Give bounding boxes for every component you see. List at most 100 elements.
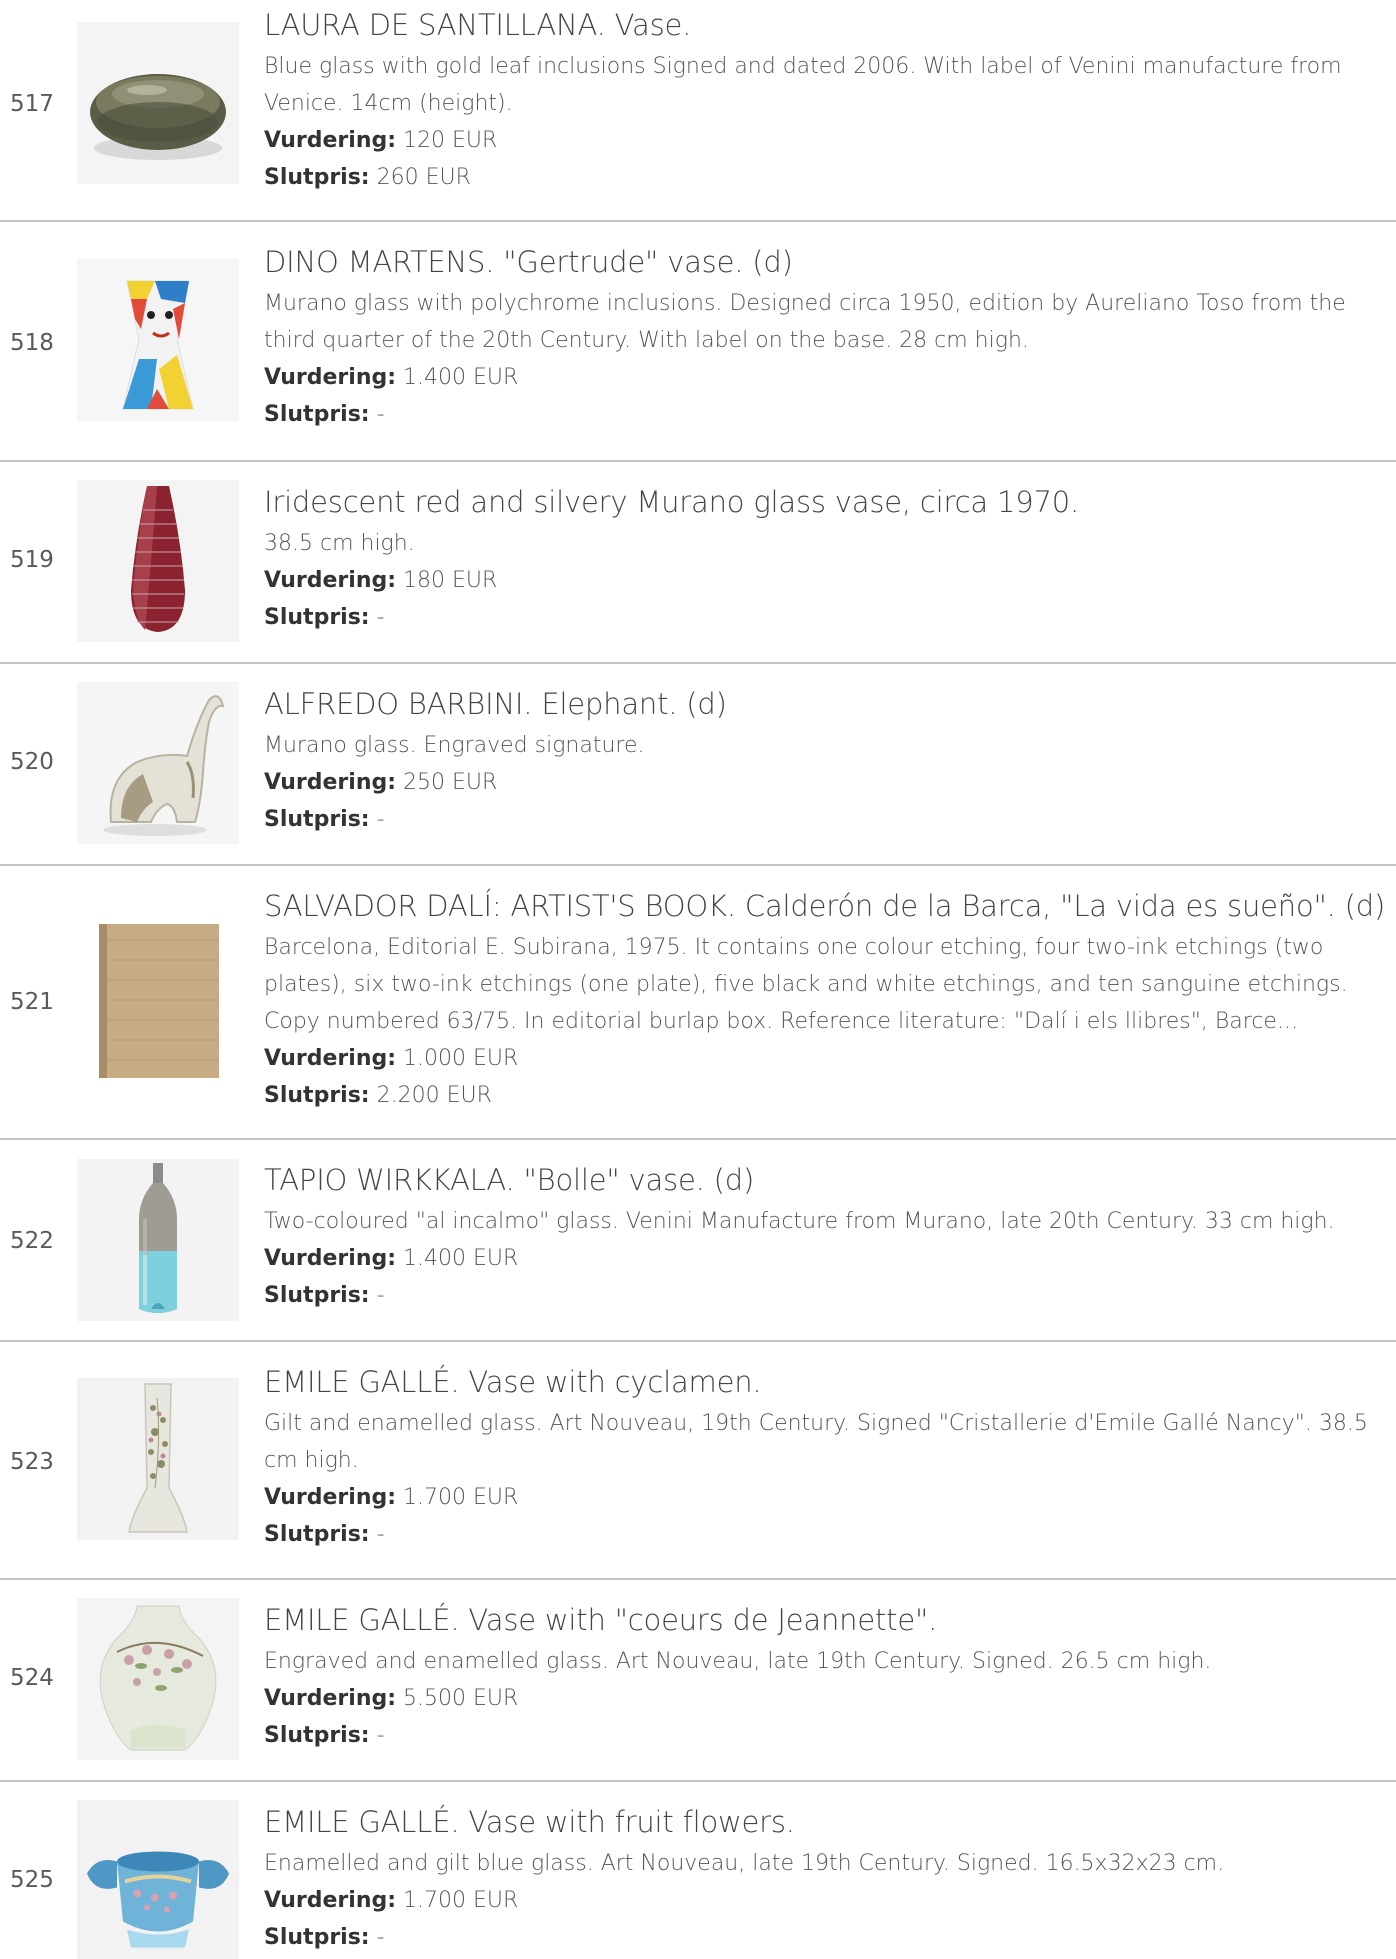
estimate-value: 1.700 EUR bbox=[403, 1888, 519, 1913]
lot-number: 521 bbox=[10, 989, 54, 1015]
estimate-label: Vurdering: bbox=[264, 770, 397, 795]
estimate-value: 120 EUR bbox=[403, 128, 498, 153]
lot-title[interactable]: DINO MARTENS. "Gertrude" vase. (d) bbox=[264, 244, 1396, 281]
lot-number: 519 bbox=[10, 547, 54, 573]
lot-description: Gilt and enamelled glass. Art Nouveau, 1… bbox=[264, 1411, 1368, 1473]
final-price-label: Slutpris: bbox=[264, 1723, 370, 1748]
lot-number: 518 bbox=[10, 330, 54, 356]
final-price-label: Slutpris: bbox=[264, 807, 370, 832]
final-price-line: Slutpris: - bbox=[264, 396, 1396, 433]
lot-title[interactable]: LAURA DE SANTILLANA. Vase. bbox=[264, 7, 1396, 44]
lot-title[interactable]: EMILE GALLÉ. Vase with "coeurs de Jeanne… bbox=[264, 1602, 1396, 1639]
estimate-label: Vurdering: bbox=[264, 1485, 397, 1510]
estimate-line: Vurdering: 1.700 EUR bbox=[264, 1479, 1396, 1516]
blue-handled-bowl-image[interactable] bbox=[77, 1800, 239, 1959]
lot-number: 523 bbox=[10, 1449, 54, 1475]
lot-description: Two-coloured "al incalmo" glass. Venini … bbox=[264, 1209, 1335, 1234]
final-price-label: Slutpris: bbox=[264, 1522, 370, 1547]
estimate-line: Vurdering: 1.000 EUR bbox=[264, 1040, 1396, 1077]
final-price-line: Slutpris: - bbox=[264, 801, 1396, 838]
lot-item[interactable]: 524 EMILE GALLÉ. Vase with "coeurs de Je… bbox=[0, 1580, 1396, 1782]
estimate-value: 1.000 EUR bbox=[403, 1046, 519, 1071]
estimate-value: 180 EUR bbox=[403, 568, 498, 593]
lot-number: 522 bbox=[10, 1228, 54, 1254]
estimate-value: 1.400 EUR bbox=[403, 365, 519, 390]
estimate-line: Vurdering: 250 EUR bbox=[264, 764, 1396, 801]
frosted-floral-vase-image[interactable] bbox=[77, 1598, 239, 1760]
final-price-value: - bbox=[376, 807, 385, 832]
final-price-line: Slutpris: 2.200 EUR bbox=[264, 1077, 1396, 1114]
lot-info: Iridescent red and silvery Murano glass … bbox=[264, 484, 1396, 636]
lot-item[interactable]: 521 SALVADOR DALÍ: ARTIST'S BOOK. Calder… bbox=[0, 866, 1396, 1140]
final-price-label: Slutpris: bbox=[264, 1083, 370, 1108]
estimate-label: Vurdering: bbox=[264, 1686, 397, 1711]
estimate-value: 1.700 EUR bbox=[403, 1485, 519, 1510]
final-price-label: Slutpris: bbox=[264, 605, 370, 630]
lot-title[interactable]: SALVADOR DALÍ: ARTIST'S BOOK. Calderón d… bbox=[264, 888, 1396, 925]
lot-item[interactable]: 518 DINO MARTENS. "Gertrude" vase. (d) M… bbox=[0, 222, 1396, 462]
red-ribbed-vase-image[interactable] bbox=[77, 480, 239, 642]
lot-title[interactable]: TAPIO WIRKKALA. "Bolle" vase. (d) bbox=[264, 1162, 1396, 1199]
lot-info: TAPIO WIRKKALA. "Bolle" vase. (d) Two-co… bbox=[264, 1162, 1396, 1314]
lot-description: Murano glass with polychrome inclusions.… bbox=[264, 291, 1346, 353]
lot-description: Barcelona, Editorial E. Subirana, 1975. … bbox=[264, 935, 1348, 1034]
burlap-box-image[interactable] bbox=[77, 920, 239, 1082]
estimate-label: Vurdering: bbox=[264, 1246, 397, 1271]
glass-elephant-image[interactable] bbox=[77, 682, 239, 844]
lot-item[interactable]: 525 EMILE GALLÉ. Vase with fruit flowers… bbox=[0, 1782, 1396, 1959]
final-price-line: Slutpris: - bbox=[264, 599, 1396, 636]
bottle-vase-image[interactable] bbox=[77, 1159, 239, 1321]
final-price-line: Slutpris: - bbox=[264, 1277, 1396, 1314]
final-price-label: Slutpris: bbox=[264, 165, 370, 190]
lot-item[interactable]: 517 LAURA DE SANTILLANA. Vase. Blue glas… bbox=[0, 0, 1396, 222]
lot-title[interactable]: Iridescent red and silvery Murano glass … bbox=[264, 484, 1396, 521]
lot-number: 517 bbox=[10, 91, 54, 117]
lot-info: LAURA DE SANTILLANA. Vase. Blue glass wi… bbox=[264, 7, 1396, 196]
final-price-value: 260 EUR bbox=[376, 165, 471, 190]
final-price-value: - bbox=[376, 402, 385, 427]
estimate-value: 1.400 EUR bbox=[403, 1246, 519, 1271]
lot-item[interactable]: 520 ALFREDO BARBINI. Elephant. (d) Muran… bbox=[0, 664, 1396, 866]
lot-info: DINO MARTENS. "Gertrude" vase. (d) Muran… bbox=[264, 244, 1396, 433]
estimate-line: Vurdering: 180 EUR bbox=[264, 562, 1396, 599]
lot-number: 520 bbox=[10, 749, 54, 775]
lot-item[interactable]: 519 Iridescent red and silvery Murano gl… bbox=[0, 462, 1396, 664]
polychrome-face-vase-image[interactable] bbox=[77, 259, 239, 421]
lot-info: EMILE GALLÉ. Vase with fruit flowers. En… bbox=[264, 1804, 1396, 1956]
lot-info: EMILE GALLÉ. Vase with cyclamen. Gilt an… bbox=[264, 1364, 1396, 1553]
lot-number: 524 bbox=[10, 1665, 54, 1691]
lot-title[interactable]: EMILE GALLÉ. Vase with cyclamen. bbox=[264, 1364, 1396, 1401]
estimate-label: Vurdering: bbox=[264, 128, 397, 153]
final-price-line: Slutpris: - bbox=[264, 1717, 1396, 1754]
lot-info: EMILE GALLÉ. Vase with "coeurs de Jeanne… bbox=[264, 1602, 1396, 1754]
lot-description: Engraved and enamelled glass. Art Nouvea… bbox=[264, 1649, 1212, 1674]
final-price-value: - bbox=[376, 1723, 385, 1748]
final-price-label: Slutpris: bbox=[264, 1925, 370, 1950]
final-price-value: - bbox=[376, 1522, 385, 1547]
final-price-line: Slutpris: 260 EUR bbox=[264, 159, 1396, 196]
lot-description: Murano glass. Engraved signature. bbox=[264, 733, 645, 758]
final-price-line: Slutpris: - bbox=[264, 1919, 1396, 1956]
final-price-value: - bbox=[376, 1925, 385, 1950]
flat-round-vase-image[interactable] bbox=[77, 22, 239, 184]
final-price-label: Slutpris: bbox=[264, 402, 370, 427]
lot-info: ALFREDO BARBINI. Elephant. (d) Murano gl… bbox=[264, 686, 1396, 838]
estimate-value: 5.500 EUR bbox=[403, 1686, 519, 1711]
final-price-value: 2.200 EUR bbox=[376, 1083, 492, 1108]
lot-title[interactable]: EMILE GALLÉ. Vase with fruit flowers. bbox=[264, 1804, 1396, 1841]
estimate-line: Vurdering: 120 EUR bbox=[264, 122, 1396, 159]
lot-title[interactable]: ALFREDO BARBINI. Elephant. (d) bbox=[264, 686, 1396, 723]
estimate-line: Vurdering: 1.700 EUR bbox=[264, 1882, 1396, 1919]
estimate-label: Vurdering: bbox=[264, 365, 397, 390]
lot-item[interactable]: 523 EMILE GALLÉ. Vase with cyclamen. Gil… bbox=[0, 1342, 1396, 1580]
final-price-value: - bbox=[376, 1283, 385, 1308]
lot-number: 525 bbox=[10, 1867, 54, 1893]
estimate-label: Vurdering: bbox=[264, 1046, 397, 1071]
estimate-value: 250 EUR bbox=[403, 770, 498, 795]
estimate-label: Vurdering: bbox=[264, 1888, 397, 1913]
lot-description: Enamelled and gilt blue glass. Art Nouve… bbox=[264, 1851, 1225, 1876]
lot-item[interactable]: 522 TAPIO WIRKKALA. "Bolle" vase. (d) Tw… bbox=[0, 1140, 1396, 1342]
final-price-value: - bbox=[376, 605, 385, 630]
lot-description: Blue glass with gold leaf inclusions Sig… bbox=[264, 54, 1342, 116]
tall-enamel-vase-image[interactable] bbox=[77, 1378, 239, 1540]
